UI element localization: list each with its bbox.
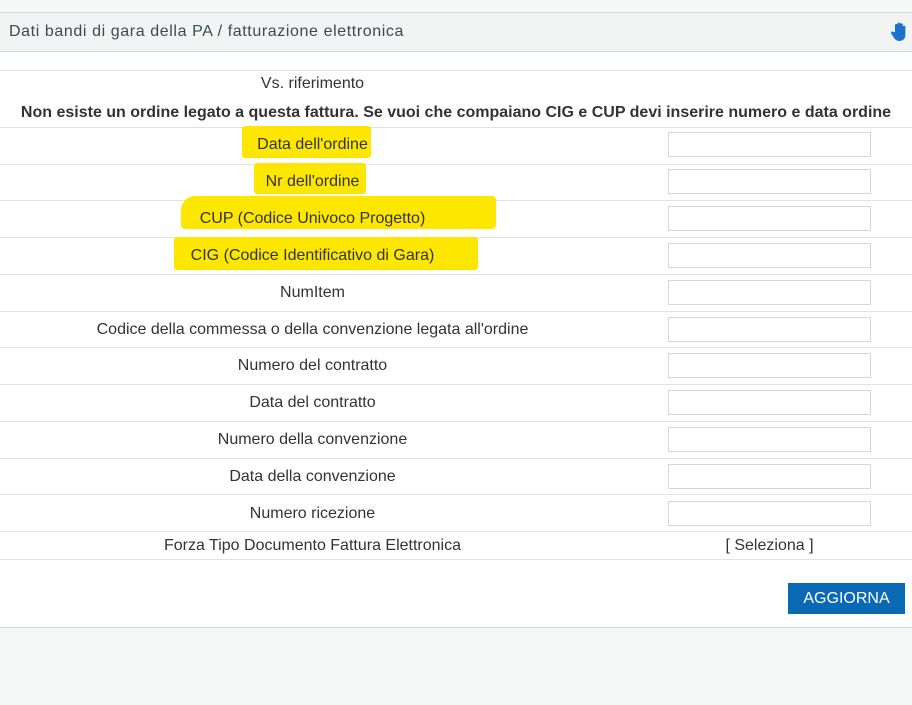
- data-ordine-field[interactable]: [668, 132, 871, 157]
- codice-commessa-field[interactable]: [668, 317, 871, 342]
- data-ordine-label: Data dell'ordine: [257, 136, 368, 153]
- cig-field[interactable]: [668, 243, 871, 268]
- data-contratto-label: Data del contratto: [249, 394, 376, 411]
- seleziona-link[interactable]: [ Seleziona ]: [668, 537, 871, 555]
- aggiorna-button[interactable]: AGGIORNA: [788, 583, 905, 614]
- hand-icon[interactable]: [890, 22, 908, 42]
- panel-header: Dati bandi di gara della PA / fatturazio…: [0, 13, 912, 52]
- numero-ricezione-label: Numero ricezione: [249, 505, 376, 522]
- cup-label: CUP (Codice Univoco Progetto): [199, 210, 426, 227]
- row-separator: [0, 494, 912, 495]
- numero-convenzione-field[interactable]: [668, 427, 871, 452]
- nr-ordine-label: Nr dell'ordine: [265, 173, 360, 190]
- nr-ordine-field[interactable]: [668, 169, 871, 194]
- row-separator: [0, 384, 912, 385]
- num-item-label: NumItem: [280, 284, 345, 301]
- row-separator: [0, 274, 912, 275]
- cig-label: CIG (Codice Identificativo di Gara): [190, 247, 435, 264]
- data-convenzione-field[interactable]: [668, 464, 871, 489]
- numero-convenzione-label: Numero della convenzione: [217, 431, 408, 448]
- data-convenzione-label: Data della convenzione: [229, 468, 396, 485]
- row-separator: [0, 164, 912, 165]
- row-separator: [0, 311, 912, 312]
- row-separator: [0, 531, 912, 532]
- num-item-field[interactable]: [668, 280, 871, 305]
- missing-order-notice: Non esiste un ordine legato a questa fat…: [20, 104, 892, 121]
- numero-ricezione-field[interactable]: [668, 501, 871, 526]
- numero-contratto-field[interactable]: [668, 353, 871, 378]
- forza-tipo-label: Forza Tipo Documento Fattura Elettronica: [163, 537, 462, 554]
- data-contratto-field[interactable]: [668, 390, 871, 415]
- numero-contratto-label: Numero del contratto: [237, 357, 388, 374]
- codice-commessa-label: Codice della commessa o della convenzion…: [96, 321, 529, 338]
- row-separator: [0, 421, 912, 422]
- row-separator: [0, 458, 912, 459]
- cup-field[interactable]: [668, 206, 871, 231]
- row-separator: [0, 559, 912, 560]
- row-separator: [0, 127, 912, 128]
- vs-riferimento-label: Vs. riferimento: [260, 75, 365, 92]
- row-separator: [0, 347, 912, 348]
- row-separator: [0, 70, 912, 71]
- panel-title: Dati bandi di gara della PA / fatturazio…: [9, 23, 404, 40]
